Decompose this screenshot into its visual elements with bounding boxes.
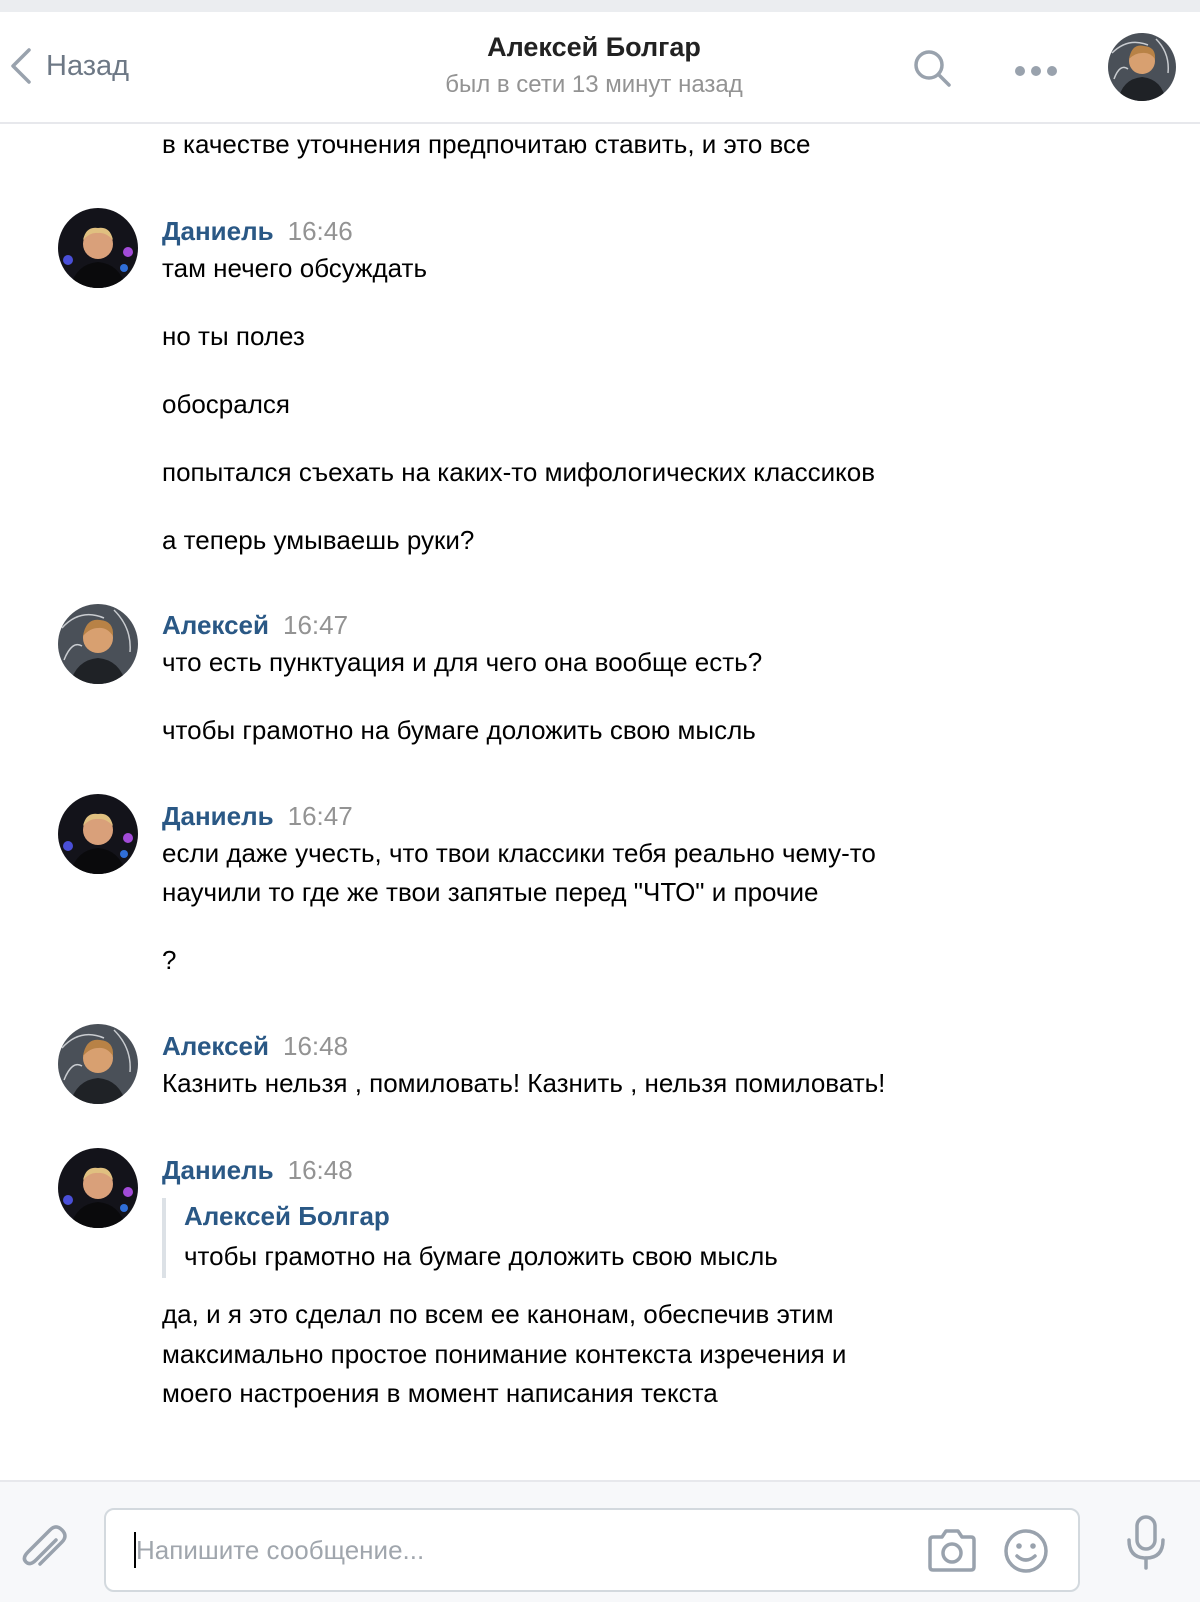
more-icon[interactable] <box>1014 64 1058 82</box>
message-time[interactable]: 16:46 <box>288 216 353 246</box>
header-avatar[interactable] <box>1108 33 1176 101</box>
message-input[interactable] <box>136 1510 876 1590</box>
browser-top-strip <box>0 0 1200 12</box>
message-text: моего настроения в момент написания текс… <box>162 1378 718 1408</box>
author-name[interactable]: Алексей <box>162 1031 269 1061</box>
message-text: что есть пунктуация и для чего она вообщ… <box>162 647 763 677</box>
avatar-daniel[interactable] <box>58 1148 138 1228</box>
online-status: был в сети 13 минут назад <box>445 71 743 98</box>
message-header: Даниель 16:48 <box>162 1155 353 1186</box>
message-text: Казнить нельзя , помиловать! Казнить , н… <box>162 1068 886 1098</box>
author-name[interactable]: Даниель <box>162 801 274 831</box>
quote-author[interactable]: Алексей Болгар <box>184 1198 778 1234</box>
message-text: там нечего обсуждать <box>162 253 427 283</box>
avatar-daniel[interactable] <box>58 794 138 874</box>
chat-title-block: Алексей Болгар был в сети 13 минут назад <box>0 32 1188 99</box>
message-header: Даниель 16:47 <box>162 801 353 832</box>
message-text: обосрался <box>162 389 290 419</box>
chat-header: Назад Алексей Болгар был в сети 13 минут… <box>0 12 1200 124</box>
avatar-aleksey[interactable] <box>58 604 138 684</box>
message-history[interactable]: в качестве уточнения предпочитаю ставить… <box>0 124 1200 1480</box>
message-time[interactable]: 16:47 <box>288 801 353 831</box>
message-text: а теперь умываешь руки? <box>162 525 475 555</box>
message-header: Даниель 16:46 <box>162 216 353 247</box>
author-name[interactable]: Даниель <box>162 216 274 246</box>
message-time[interactable]: 16:48 <box>283 1031 348 1061</box>
message-header: Алексей 16:48 <box>162 1031 348 1062</box>
search-icon[interactable] <box>912 48 952 93</box>
message-text: попытался съехать на каких-то мифологиче… <box>162 457 876 487</box>
message-text: максимально простое понимание контекста … <box>162 1339 847 1369</box>
message-header: Алексей 16:47 <box>162 610 348 641</box>
paperclip-icon[interactable] <box>18 1522 68 1583</box>
message-time[interactable]: 16:47 <box>283 610 348 640</box>
smile-icon[interactable] <box>1002 1527 1050 1580</box>
quote-text: чтобы грамотно на бумаге доложить свою м… <box>184 1241 778 1271</box>
message-text: ? <box>162 945 177 975</box>
author-name[interactable]: Алексей <box>162 610 269 640</box>
message-text: если даже учесть, что твои классики тебя… <box>162 838 876 868</box>
avatar-daniel[interactable] <box>58 208 138 288</box>
avatar-aleksey[interactable] <box>58 1024 138 1104</box>
reply-quote[interactable]: Алексей Болгар чтобы грамотно на бумаге … <box>162 1198 778 1278</box>
page-title[interactable]: Алексей Болгар <box>0 32 1188 63</box>
composer-bar <box>0 1480 1200 1602</box>
message-text: научили то где же твои запятые перед "ЧТ… <box>162 877 819 907</box>
message-time[interactable]: 16:48 <box>288 1155 353 1185</box>
message-text: в качестве уточнения предпочитаю ставить… <box>162 129 811 159</box>
message-input-box[interactable] <box>104 1508 1080 1592</box>
message-text: да, и я это сделал по всем ее канонам, о… <box>162 1299 834 1329</box>
message-text: но ты полез <box>162 321 305 351</box>
author-name[interactable]: Даниель <box>162 1155 274 1185</box>
message-text: чтобы грамотно на бумаге доложить свою м… <box>162 715 756 745</box>
microphone-icon[interactable] <box>1124 1514 1168 1577</box>
camera-icon[interactable] <box>926 1528 978 1577</box>
